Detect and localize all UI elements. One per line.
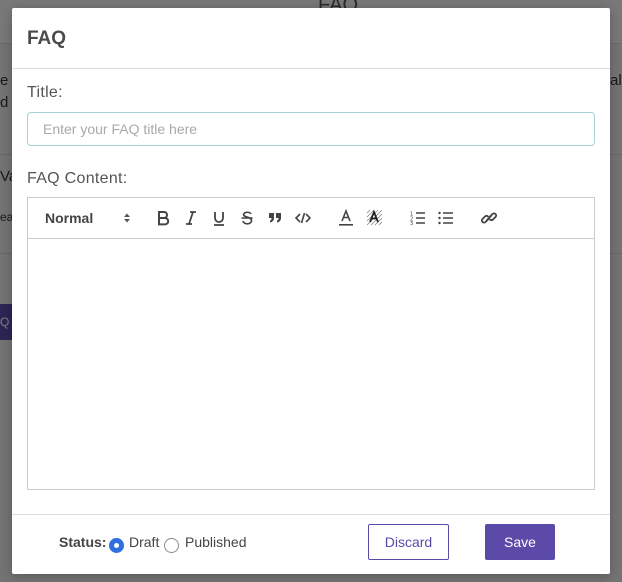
italic-icon[interactable] xyxy=(181,207,201,229)
faq-title-input[interactable] xyxy=(27,112,595,146)
faq-modal: FAQ Title: FAQ Content: Normal xyxy=(12,8,610,574)
bullet-list-icon[interactable] xyxy=(436,207,456,229)
svg-text:3: 3 xyxy=(410,221,413,225)
title-label: Title: xyxy=(27,84,63,101)
code-icon[interactable] xyxy=(293,207,313,229)
faq-content-label: FAQ Content: xyxy=(27,170,128,187)
discard-button[interactable]: Discard xyxy=(368,524,449,560)
modal-footer: Status: Draft Published Discard Save xyxy=(12,514,610,574)
strikethrough-icon[interactable] xyxy=(237,207,257,229)
status-draft-label[interactable]: Draft xyxy=(129,534,159,550)
link-icon[interactable] xyxy=(479,207,499,229)
status-published-radio[interactable] xyxy=(164,538,179,553)
ordered-list-icon[interactable]: 123 xyxy=(408,207,428,229)
format-select[interactable]: Normal xyxy=(45,207,131,229)
modal-title: FAQ xyxy=(27,28,67,49)
editor-content-area[interactable] xyxy=(28,239,594,489)
status-draft-radio[interactable] xyxy=(109,538,124,553)
status-label: Status: xyxy=(59,534,107,550)
editor-toolbar: Normal 1 2 3 xyxy=(28,198,594,239)
modal-header: FAQ xyxy=(12,8,610,69)
status-published-label[interactable]: Published xyxy=(185,534,247,550)
rich-text-editor: Normal 1 2 3 xyxy=(27,197,595,490)
underline-icon[interactable] xyxy=(209,207,229,229)
save-button[interactable]: Save xyxy=(485,524,555,560)
blockquote-icon[interactable] xyxy=(265,207,285,229)
background-color-icon[interactable] xyxy=(364,207,384,229)
text-color-icon[interactable] xyxy=(336,207,356,229)
select-arrows-icon xyxy=(123,212,131,224)
bold-icon[interactable] xyxy=(153,207,173,229)
format-select-value: Normal xyxy=(45,210,94,226)
